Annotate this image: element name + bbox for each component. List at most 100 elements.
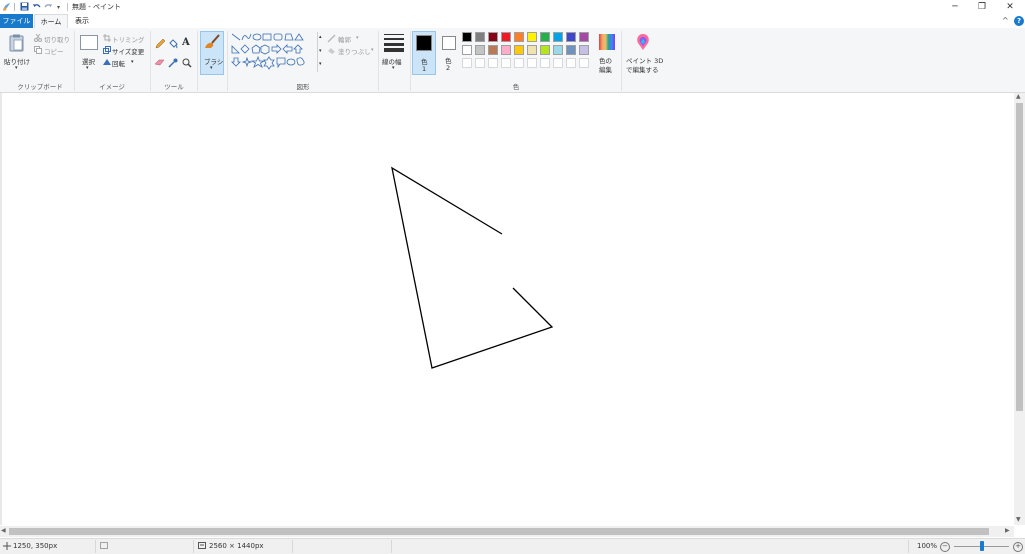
palette-color-swatch[interactable] [514, 58, 524, 68]
shapes-scroll[interactable]: ▴ ▾ ▾ [317, 32, 324, 72]
canvas-size-icon [198, 542, 207, 552]
palette-color-swatch[interactable] [462, 45, 472, 55]
crop-icon [103, 34, 111, 44]
resize-button[interactable]: サイズ変更 [112, 46, 144, 56]
color1-swatch [416, 35, 432, 51]
palette-color-swatch[interactable] [579, 58, 589, 68]
palette-color-swatch[interactable] [462, 58, 472, 68]
palette-color-swatch[interactable] [488, 32, 498, 42]
pencil-icon[interactable] [155, 38, 166, 51]
magnifier-icon[interactable] [182, 58, 192, 70]
shapes-scroll-down-icon[interactable]: ▾ [319, 48, 322, 54]
minimize-button[interactable]: ─ [944, 1, 966, 13]
shapes-gallery[interactable] [231, 32, 317, 72]
paint-app-icon [2, 2, 12, 14]
canvas-drawing [391, 166, 554, 369]
scroll-right-icon[interactable]: ▶ [1005, 527, 1010, 534]
vertical-scroll-thumb[interactable] [1016, 103, 1023, 411]
color-picker-icon[interactable] [168, 58, 178, 70]
palette-color-swatch[interactable] [579, 32, 589, 42]
brushes-button[interactable]: ブラシ ▾ [200, 31, 224, 75]
zoom-out-button[interactable]: − [940, 542, 950, 552]
edit-colors-icon [599, 34, 615, 50]
palette-color-swatch[interactable] [553, 58, 563, 68]
edit-with-paint3d-button[interactable]: ペイント 3D で編集する [624, 31, 663, 75]
restore-button[interactable]: ❐ [971, 1, 993, 13]
palette-color-swatch[interactable] [501, 45, 511, 55]
help-icon[interactable]: ? [1014, 16, 1024, 26]
paste-icon[interactable] [9, 34, 25, 54]
collapse-ribbon-button[interactable]: ^ [1002, 16, 1009, 25]
paste-dropdown-icon[interactable]: ▾ [15, 65, 18, 71]
selection-size-icon [100, 542, 109, 552]
close-button[interactable]: ✕ [999, 1, 1021, 13]
resize-icon [103, 46, 111, 56]
outline-icon [327, 34, 336, 45]
fill-bucket-icon[interactable] [168, 39, 178, 51]
palette-color-swatch[interactable] [475, 58, 485, 68]
undo-icon[interactable] [32, 2, 41, 13]
tab-home[interactable]: ホーム [34, 14, 68, 28]
canvas-size: 2560 × 1440px [209, 542, 264, 550]
palette-color-swatch[interactable] [514, 45, 524, 55]
shapes-expand-icon[interactable]: ▾ [319, 61, 322, 67]
palette-color-swatch[interactable] [501, 32, 511, 42]
quick-access-dropdown-icon[interactable]: ▾ [57, 4, 60, 11]
palette-color-swatch[interactable] [566, 58, 576, 68]
fill-dropdown-icon[interactable]: ▾ [371, 47, 374, 53]
save-icon[interactable] [20, 2, 29, 13]
palette-color-swatch[interactable] [501, 58, 511, 68]
palette-color-swatch[interactable] [462, 32, 472, 42]
color1-button[interactable]: 色 1 [412, 31, 436, 75]
rotate-dropdown-icon[interactable]: ▾ [131, 59, 134, 65]
scroll-down-icon[interactable]: ▼ [1016, 516, 1021, 523]
group-label-clipboard: クリップボード [17, 83, 63, 91]
outline-button[interactable]: 輪郭 [338, 34, 351, 44]
fill-icon [327, 46, 336, 57]
fill-button[interactable]: 塗りつぶし [338, 46, 371, 56]
palette-color-swatch[interactable] [527, 45, 537, 55]
select-icon[interactable] [80, 35, 98, 50]
palette-color-swatch[interactable] [475, 45, 485, 55]
scroll-up-icon[interactable]: ▲ [1016, 93, 1021, 100]
horizontal-scroll-thumb[interactable] [9, 528, 989, 535]
palette-color-swatch[interactable] [553, 32, 563, 42]
palette-color-swatch[interactable] [540, 32, 550, 42]
rotate-button[interactable]: 回転 [112, 58, 125, 68]
ribbon-tab-bar: ファイル ホーム 表示 ^ ? [0, 14, 1025, 29]
shapes-scroll-up-icon[interactable]: ▴ [319, 34, 322, 40]
eraser-icon[interactable] [154, 59, 165, 69]
scroll-left-icon[interactable]: ◀ [1, 527, 6, 534]
palette-color-swatch[interactable] [579, 45, 589, 55]
status-bar: 1250, 350px 2560 × 1440px 100% − + [0, 538, 1025, 554]
cut-button[interactable]: 切り取り [44, 34, 70, 44]
palette-color-swatch[interactable] [566, 32, 576, 42]
palette-color-swatch[interactable] [540, 58, 550, 68]
palette-color-swatch[interactable] [553, 45, 563, 55]
palette-color-swatch[interactable] [527, 58, 537, 68]
edit-colors-button[interactable]: 色の 編集 [596, 31, 618, 75]
line-width-button[interactable]: 線の幅 ▾ [381, 31, 409, 75]
palette-color-swatch[interactable] [514, 32, 524, 42]
copy-button[interactable]: コピー [44, 46, 64, 56]
zoom-in-button[interactable]: + [1013, 542, 1023, 552]
tab-view[interactable]: 表示 [72, 14, 92, 28]
crop-button[interactable]: トリミング [112, 34, 145, 44]
group-label-image: イメージ [99, 83, 125, 91]
brush-icon [203, 34, 221, 52]
tab-file[interactable]: ファイル [0, 14, 33, 28]
color2-button[interactable]: 色 2 [439, 31, 459, 75]
palette-color-swatch[interactable] [488, 45, 498, 55]
palette-color-swatch[interactable] [488, 58, 498, 68]
palette-color-swatch[interactable] [475, 32, 485, 42]
zoom-slider-thumb[interactable] [979, 541, 984, 551]
drawing-canvas[interactable] [0, 93, 1014, 525]
select-dropdown-icon[interactable]: ▾ [86, 65, 89, 71]
palette-color-swatch[interactable] [566, 45, 576, 55]
palette-color-swatch[interactable] [527, 32, 537, 42]
text-tool-icon[interactable]: A [182, 37, 190, 48]
redo-icon[interactable] [44, 2, 53, 13]
color-palette [462, 32, 594, 72]
palette-color-swatch[interactable] [540, 45, 550, 55]
outline-dropdown-icon[interactable]: ▾ [356, 35, 359, 41]
